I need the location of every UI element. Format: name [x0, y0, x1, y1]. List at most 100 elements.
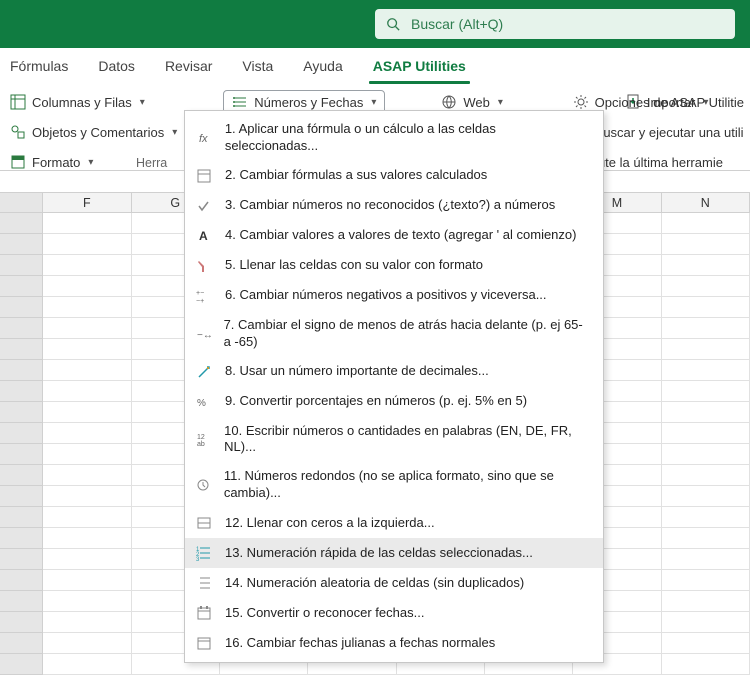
cell[interactable]	[43, 465, 131, 486]
cell[interactable]	[662, 297, 750, 318]
row-header[interactable]	[0, 276, 43, 297]
col-header-F[interactable]: F	[43, 193, 131, 213]
tab-help[interactable]: Ayuda	[297, 52, 348, 80]
columns-rows-button[interactable]: Columnas y Filas ▾	[4, 90, 183, 114]
cell[interactable]	[662, 402, 750, 423]
cell[interactable]	[43, 213, 131, 234]
cell[interactable]	[43, 570, 131, 591]
row-header[interactable]	[0, 486, 43, 507]
tab-asap-utilities[interactable]: ASAP Utilities	[367, 52, 472, 80]
select-all-corner[interactable]	[0, 193, 43, 213]
menu-item-7[interactable]: −↔7. Cambiar el signo de menos de atrás …	[185, 311, 603, 357]
cell[interactable]	[43, 444, 131, 465]
cell[interactable]	[662, 507, 750, 528]
tab-review[interactable]: Revisar	[159, 52, 218, 80]
cell[interactable]	[662, 444, 750, 465]
menu-item-label: 11. Números redondos (no se aplica forma…	[224, 468, 589, 502]
cell[interactable]	[662, 339, 750, 360]
cell[interactable]	[43, 528, 131, 549]
menu-item-12[interactable]: 12. Llenar con ceros a la izquierda...	[185, 508, 603, 538]
cell[interactable]	[43, 507, 131, 528]
menu-item-5[interactable]: 5. Llenar las celdas con su valor con fo…	[185, 251, 603, 281]
menu-item-1[interactable]: fx1. Aplicar una fórmula o un cálculo a …	[185, 115, 603, 161]
cell[interactable]	[43, 486, 131, 507]
menu-item-16[interactable]: 16. Cambiar fechas julianas a fechas nor…	[185, 628, 603, 658]
cell[interactable]	[43, 381, 131, 402]
cell[interactable]	[662, 465, 750, 486]
cell[interactable]	[43, 549, 131, 570]
row-header[interactable]	[0, 654, 43, 675]
cell[interactable]	[43, 339, 131, 360]
row-header[interactable]	[0, 549, 43, 570]
cell[interactable]	[662, 591, 750, 612]
row-header[interactable]	[0, 633, 43, 654]
col-header-N[interactable]: N	[662, 193, 750, 213]
cell[interactable]	[43, 276, 131, 297]
menu-item-8[interactable]: 8. Usar un número importante de decimale…	[185, 357, 603, 387]
tab-data[interactable]: Datos	[92, 52, 141, 80]
cell[interactable]	[43, 633, 131, 654]
objects-icon	[10, 124, 26, 140]
menu-item-icon	[195, 514, 213, 532]
row-header[interactable]	[0, 528, 43, 549]
cell[interactable]	[662, 570, 750, 591]
menu-item-10[interactable]: 12ab10. Escribir números o cantidades en…	[185, 417, 603, 463]
cell[interactable]	[43, 612, 131, 633]
cell[interactable]	[662, 654, 750, 675]
columns-rows-icon	[10, 94, 26, 110]
row-header[interactable]	[0, 360, 43, 381]
cell[interactable]	[43, 297, 131, 318]
row-header[interactable]	[0, 507, 43, 528]
cell[interactable]	[662, 633, 750, 654]
row-header[interactable]	[0, 591, 43, 612]
cell[interactable]	[662, 528, 750, 549]
cell[interactable]	[43, 402, 131, 423]
tab-formulas[interactable]: Fórmulas	[4, 52, 74, 80]
cell[interactable]	[43, 255, 131, 276]
cell[interactable]	[662, 318, 750, 339]
menu-item-2[interactable]: 2. Cambiar fórmulas a sus valores calcul…	[185, 161, 603, 191]
cell[interactable]	[662, 213, 750, 234]
search-box[interactable]: Buscar (Alt+Q)	[375, 9, 735, 39]
row-header[interactable]	[0, 423, 43, 444]
menu-item-4[interactable]: A4. Cambiar valores a valores de texto (…	[185, 221, 603, 251]
row-header[interactable]	[0, 381, 43, 402]
row-header[interactable]	[0, 402, 43, 423]
row-header[interactable]	[0, 234, 43, 255]
cell[interactable]	[662, 612, 750, 633]
row-header[interactable]	[0, 339, 43, 360]
menu-item-6[interactable]: +−−+6. Cambiar números negativos a posit…	[185, 281, 603, 311]
cell[interactable]	[43, 360, 131, 381]
menu-item-3[interactable]: 3. Cambiar números no reconocidos (¿text…	[185, 191, 603, 221]
row-header[interactable]	[0, 465, 43, 486]
row-header[interactable]	[0, 255, 43, 276]
menu-item-15[interactable]: 15. Convertir o reconocer fechas...	[185, 598, 603, 628]
cell[interactable]	[43, 318, 131, 339]
cell[interactable]	[662, 276, 750, 297]
cell[interactable]	[43, 591, 131, 612]
tab-view[interactable]: Vista	[236, 52, 279, 80]
row-header[interactable]	[0, 318, 43, 339]
row-header[interactable]	[0, 213, 43, 234]
cell[interactable]	[43, 654, 131, 675]
cell[interactable]	[662, 381, 750, 402]
menu-item-14[interactable]: 14. Numeración aleatoria de celdas (sin …	[185, 568, 603, 598]
cell[interactable]	[662, 360, 750, 381]
cell[interactable]	[43, 423, 131, 444]
row-header[interactable]	[0, 612, 43, 633]
cell[interactable]	[662, 549, 750, 570]
menu-item-icon	[195, 363, 213, 381]
cell[interactable]	[662, 423, 750, 444]
objects-comments-button[interactable]: Objetos y Comentarios ▾	[4, 120, 183, 144]
menu-item-13[interactable]: 12313. Numeración rápida de las celdas s…	[185, 538, 603, 568]
row-header[interactable]	[0, 444, 43, 465]
row-header[interactable]	[0, 297, 43, 318]
menu-item-11[interactable]: 11. Números redondos (no se aplica forma…	[185, 462, 603, 508]
row-header[interactable]	[0, 570, 43, 591]
cell[interactable]	[43, 234, 131, 255]
menu-item-9[interactable]: %9. Convertir porcentajes en números (p.…	[185, 387, 603, 417]
cell[interactable]	[662, 486, 750, 507]
cell[interactable]	[662, 234, 750, 255]
gear-icon	[573, 94, 589, 110]
cell[interactable]	[662, 255, 750, 276]
